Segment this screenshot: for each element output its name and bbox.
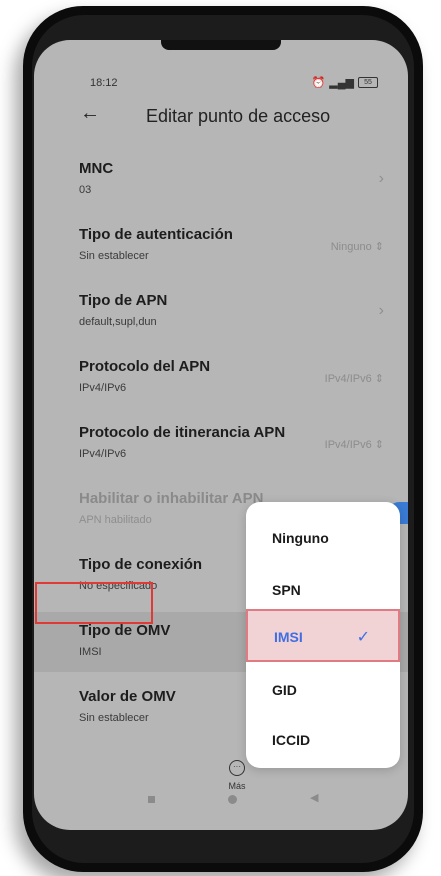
row-subtitle: IPv4/IPv6 bbox=[79, 382, 127, 394]
row-title: Habilitar o inhabilitar APN bbox=[79, 490, 264, 507]
highlight-box bbox=[35, 582, 153, 624]
alarm-icon: ⏰ bbox=[311, 77, 326, 89]
row-title: Protocolo de itinerancia APN bbox=[79, 424, 286, 441]
row-title: MNC bbox=[79, 160, 114, 177]
row-subtitle: 03 bbox=[79, 184, 92, 196]
chevron-right-icon: › bbox=[378, 302, 384, 319]
page-title: Editar punto de acceso bbox=[146, 106, 331, 126]
status-time: 18:12 bbox=[90, 77, 118, 89]
chevron-right-icon: › bbox=[378, 170, 384, 187]
nav-bar: ◀ bbox=[34, 791, 408, 808]
row-subtitle: APN habilitado bbox=[79, 514, 152, 526]
option-label: GID bbox=[272, 682, 297, 698]
recents-icon[interactable] bbox=[148, 796, 155, 803]
row-title: Valor de OMV bbox=[79, 688, 176, 705]
back-arrow-icon[interactable]: ← bbox=[80, 102, 100, 125]
row-subtitle: default,supl,dun bbox=[79, 316, 157, 328]
option-label: Ninguno bbox=[272, 530, 329, 546]
battery-icon: 55 bbox=[358, 77, 378, 88]
row-value: Ninguno ⇕ bbox=[330, 241, 384, 253]
menu-option-ninguno[interactable]: Ninguno bbox=[246, 512, 400, 565]
row-title: Protocolo del APN bbox=[79, 358, 211, 375]
mvno-type-menu: Ninguno SPN IMSI ✓ GID ICCID bbox=[246, 502, 400, 768]
row-mnc[interactable]: MNC 03 › bbox=[34, 150, 408, 210]
row-title: Tipo de conexión bbox=[79, 556, 203, 573]
row-auth-type[interactable]: Tipo de autenticación Sin establecer Nin… bbox=[34, 216, 408, 276]
row-title: Tipo de APN bbox=[79, 292, 168, 309]
row-subtitle: Sin establecer bbox=[79, 250, 149, 262]
signal-icon: ▂▄▆ bbox=[329, 77, 354, 89]
status-bar: 18:12 ⏰ ▂▄▆ 55 bbox=[34, 76, 408, 94]
status-icons: ⏰ ▂▄▆ 55 bbox=[312, 76, 378, 89]
home-icon[interactable] bbox=[228, 795, 237, 804]
nav-back-icon[interactable]: ◀ bbox=[310, 791, 318, 804]
check-icon: ✓ bbox=[356, 629, 370, 646]
row-value: IPv4/IPv6 ⇕ bbox=[324, 373, 384, 385]
row-title: Tipo de OMV bbox=[79, 622, 171, 639]
option-label: ICCID bbox=[272, 732, 311, 748]
header: ← Editar punto de acceso bbox=[34, 100, 408, 140]
more-label: Más bbox=[228, 781, 246, 791]
row-apn-type[interactable]: Tipo de APN default,supl,dun › bbox=[34, 282, 408, 342]
row-subtitle: IPv4/IPv6 bbox=[79, 448, 127, 460]
earpiece bbox=[161, 40, 281, 50]
menu-option-imsi[interactable]: IMSI ✓ bbox=[246, 609, 400, 662]
row-apn-protocol[interactable]: Protocolo del APN IPv4/IPv6 IPv4/IPv6 ⇕ bbox=[34, 348, 408, 408]
row-title: Tipo de autenticación bbox=[79, 226, 233, 243]
row-roaming-protocol[interactable]: Protocolo de itinerancia APN IPv4/IPv6 I… bbox=[34, 414, 408, 474]
option-label: SPN bbox=[272, 582, 301, 598]
menu-option-gid[interactable]: GID bbox=[246, 664, 400, 717]
more-icon: ··· bbox=[229, 760, 245, 776]
row-subtitle: Sin establecer bbox=[79, 712, 149, 724]
menu-option-iccid[interactable]: ICCID bbox=[246, 714, 400, 767]
row-value: IPv4/IPv6 ⇕ bbox=[324, 439, 384, 451]
row-subtitle: IMSI bbox=[79, 646, 102, 658]
option-label: IMSI bbox=[274, 629, 303, 645]
